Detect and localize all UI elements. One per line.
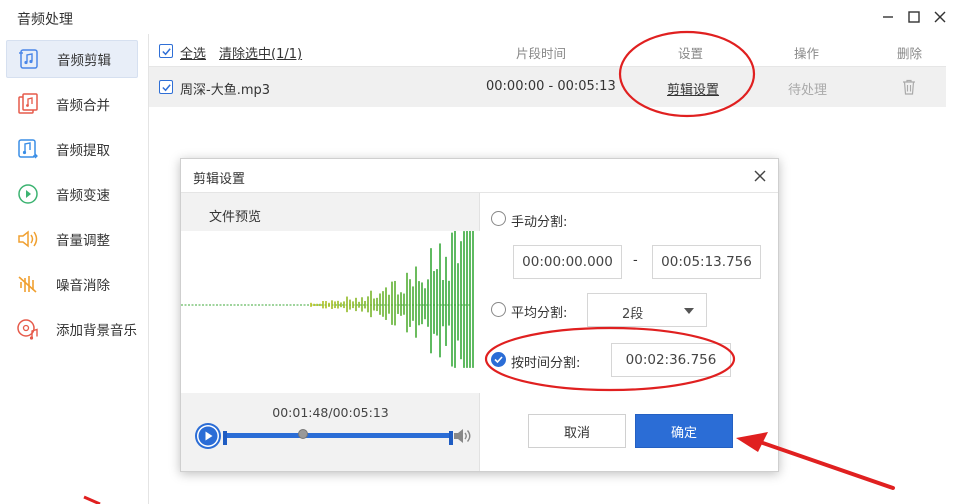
play-icon xyxy=(197,425,219,447)
dialog-title: 剪辑设置 xyxy=(193,172,246,187)
window-title: 音频处理 xyxy=(17,12,73,28)
average-segments-value: 2段 xyxy=(622,307,644,322)
playback-progress-track[interactable] xyxy=(225,433,453,438)
noise-remove-icon xyxy=(14,270,42,298)
playback-time: 00:01:48/00:05:13 xyxy=(272,405,389,420)
col-header-segment-time: 片段时间 xyxy=(516,46,567,61)
by-time-interval-input[interactable]: 00:02:36.756 xyxy=(611,343,731,377)
cancel-button-label: 取消 xyxy=(563,425,590,441)
sidebar-item-audio-cut[interactable]: 音频剪辑 xyxy=(6,40,138,78)
by-time-split-radio[interactable] xyxy=(491,352,506,367)
dialog-close-icon[interactable] xyxy=(752,168,768,184)
select-all-link[interactable]: 全选 xyxy=(180,43,206,62)
manual-start-time-input[interactable]: 00:00:00.000 xyxy=(513,245,622,279)
sidebar-item-label: 噪音消除 xyxy=(56,278,110,294)
sidebar-item-audio-merge[interactable]: 音频合并 xyxy=(6,85,138,123)
checkmark-icon xyxy=(494,356,503,364)
waveform-graphic xyxy=(181,231,474,368)
table-row[interactable]: 周深-大鱼.mp3 00:00:00 - 00:05:13 剪辑设置 待处理 xyxy=(149,67,946,107)
average-split-label: 平均分割: xyxy=(511,306,568,321)
manual-end-value: 00:05:13.756 xyxy=(661,254,752,270)
trash-icon[interactable] xyxy=(900,78,918,96)
sidebar-item-label: 添加背景音乐 xyxy=(56,323,137,339)
minimize-icon[interactable] xyxy=(879,8,897,26)
audio-merge-icon xyxy=(14,90,42,118)
play-button[interactable] xyxy=(195,423,221,449)
sidebar-item-label: 音频合并 xyxy=(56,98,110,114)
sidebar-item-label: 音频变速 xyxy=(56,188,110,204)
manual-split-radio[interactable] xyxy=(491,211,506,226)
clear-selected-label[interactable]: 清除选中(1/1) xyxy=(219,47,302,62)
confirm-button-label: 确定 xyxy=(670,425,697,441)
average-split-radio[interactable] xyxy=(491,302,506,317)
sidebar: 音频剪辑 音频合并 音频提取 音频变速 音量调整 噪音消除 添加背景音乐 xyxy=(0,34,148,504)
sidebar-item-volume-adjust[interactable]: 音量调整 xyxy=(6,220,138,258)
chevron-down-icon xyxy=(684,308,694,314)
by-time-interval-value: 00:02:36.756 xyxy=(625,352,717,368)
cancel-button[interactable]: 取消 xyxy=(528,414,626,448)
manual-start-value: 00:00:00.000 xyxy=(522,254,613,270)
playback-progress-knob[interactable] xyxy=(297,429,308,439)
row-status: 待处理 xyxy=(788,83,828,98)
maximize-icon[interactable] xyxy=(905,8,923,26)
title-bar: 音频处理 xyxy=(0,0,960,34)
dialog-header: 剪辑设置 xyxy=(181,159,778,193)
audio-extract-icon xyxy=(14,135,42,163)
confirm-button[interactable]: 确定 xyxy=(635,414,733,448)
sidebar-item-audio-speed[interactable]: 音频变速 xyxy=(6,175,138,213)
manual-split-label: 手动分割: xyxy=(511,215,568,230)
sidebar-item-audio-extract[interactable]: 音频提取 xyxy=(6,130,138,168)
row-segment-time: 00:00:00 - 00:05:13 xyxy=(486,79,616,94)
volume-icon[interactable] xyxy=(451,425,473,447)
col-header-settings: 设置 xyxy=(678,46,704,61)
select-all-checkbox[interactable] xyxy=(159,44,173,58)
close-icon[interactable] xyxy=(931,8,949,26)
volume-adjust-icon xyxy=(14,225,42,253)
row-checkbox[interactable] xyxy=(159,80,173,94)
file-preview-panel: 文件预览 00:01:48/00:05:13 xyxy=(181,193,480,471)
sidebar-item-label: 音频剪辑 xyxy=(57,53,111,69)
audio-speed-icon xyxy=(14,180,42,208)
sidebar-item-label: 音频提取 xyxy=(56,143,110,159)
row-file-name: 周深-大鱼.mp3 xyxy=(180,83,271,98)
by-time-split-label: 按时间分割: xyxy=(511,356,581,371)
audio-cut-icon xyxy=(15,45,43,73)
sidebar-item-add-bgm[interactable]: 添加背景音乐 xyxy=(6,310,138,348)
cut-settings-link[interactable]: 剪辑设置 xyxy=(667,79,719,98)
cut-settings-dialog: 剪辑设置 文件预览 00:01:48/00:05:13 手动分割: 00:00:… xyxy=(180,158,779,472)
waveform xyxy=(181,231,480,393)
trim-start-handle[interactable] xyxy=(223,431,227,445)
sidebar-item-label: 音量调整 xyxy=(56,233,110,249)
add-bgm-icon xyxy=(14,315,42,343)
clear-selected-link[interactable]: 清除选中(1/1) xyxy=(219,43,302,62)
sidebar-item-noise-remove[interactable]: 噪音消除 xyxy=(6,265,138,303)
manual-end-time-input[interactable]: 00:05:13.756 xyxy=(652,245,761,279)
range-separator: - xyxy=(633,253,638,268)
col-header-action: 操作 xyxy=(794,46,820,61)
average-segments-select[interactable]: 2段 xyxy=(587,293,707,327)
table-header: 全选 清除选中(1/1) 片段时间 设置 操作 删除 xyxy=(149,34,946,67)
col-header-delete: 删除 xyxy=(897,46,923,61)
preview-label: 文件预览 xyxy=(209,210,262,225)
